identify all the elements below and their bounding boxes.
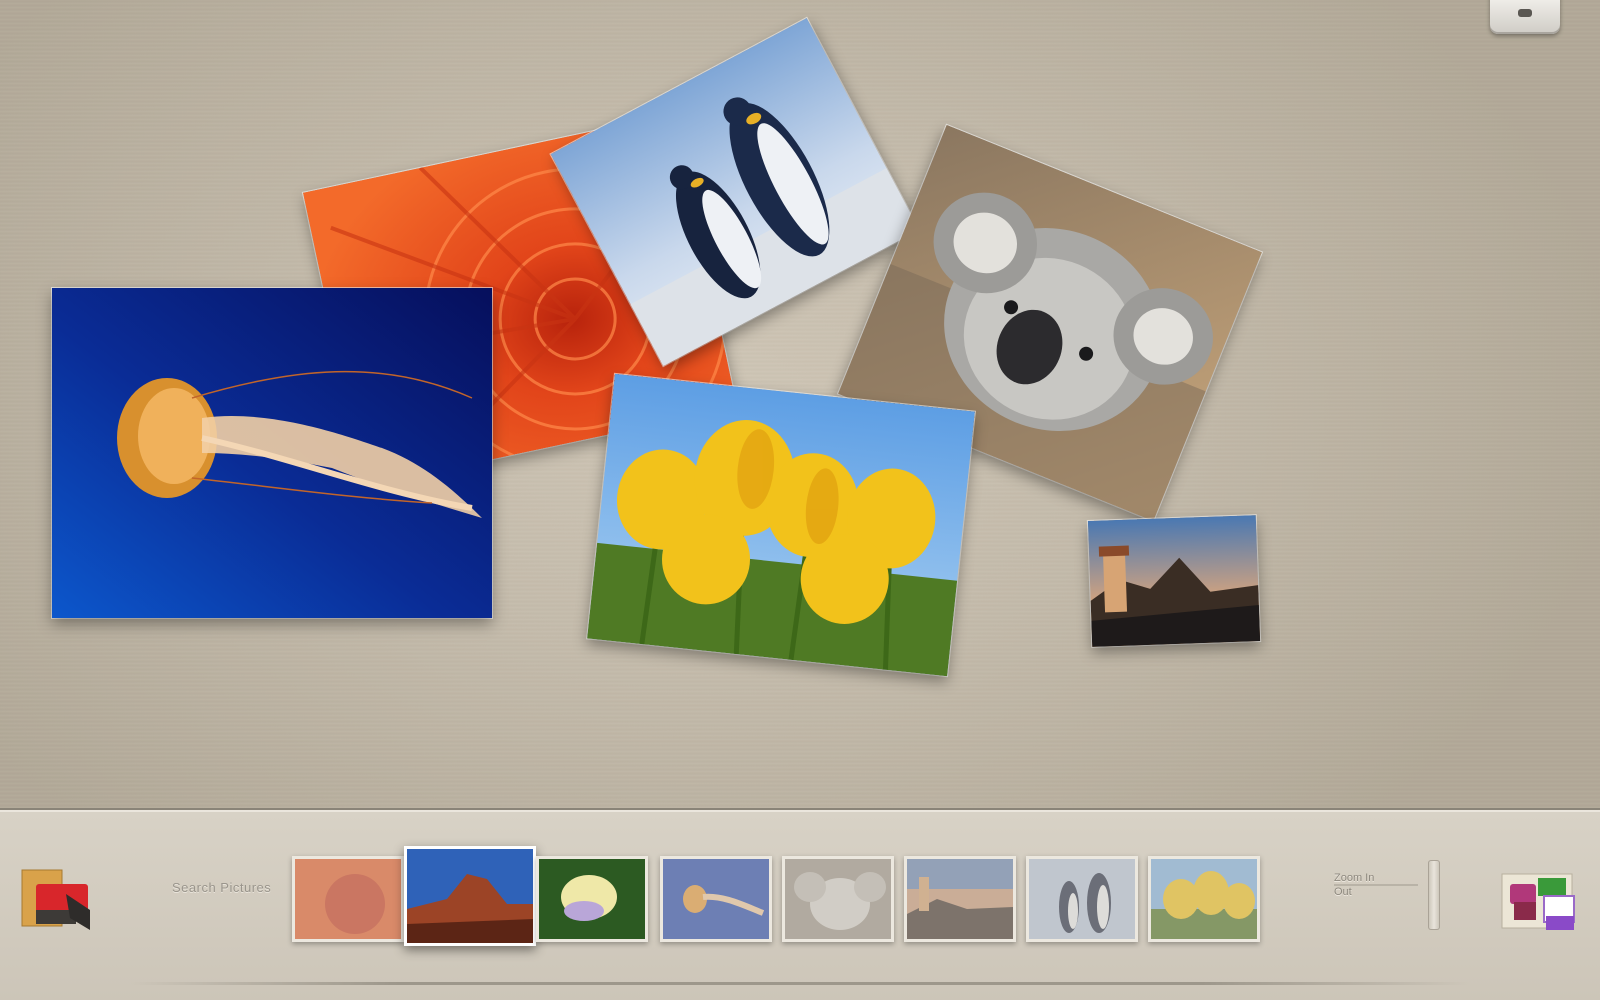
photo-board [0,0,1600,808]
zoom-in-label: Zoom In [1334,872,1375,884]
photo-lighthouse[interactable] [1087,515,1261,647]
thumbnail-desert[interactable] [404,846,536,946]
thumbnail-lighthouse[interactable] [904,856,1016,942]
tray-rail [130,982,1470,985]
zoom-control: Zoom In Out [1330,860,1440,930]
thumbnail-koala[interactable] [782,856,894,942]
thumbnail-tulips[interactable] [1148,856,1260,942]
zoom-slider-handle[interactable] [1428,860,1440,930]
collage-icon[interactable] [1500,872,1580,934]
photo-tulips[interactable] [587,373,975,677]
thumbnail-chrysanthemum[interactable] [292,856,404,942]
photo-jellyfish[interactable] [52,288,492,618]
zoom-out-label: Out [1334,886,1352,898]
photo-album-icon[interactable] [20,868,94,932]
thumbnail-tray: Search Pictures Zoom In Out [0,808,1600,1000]
thumbnail-penguins[interactable] [1026,856,1138,942]
thumbnail-hydrangeas[interactable] [536,856,648,942]
thumbnail-jellyfish[interactable] [660,856,772,942]
search-pictures-label: Search Pictures [172,880,272,895]
